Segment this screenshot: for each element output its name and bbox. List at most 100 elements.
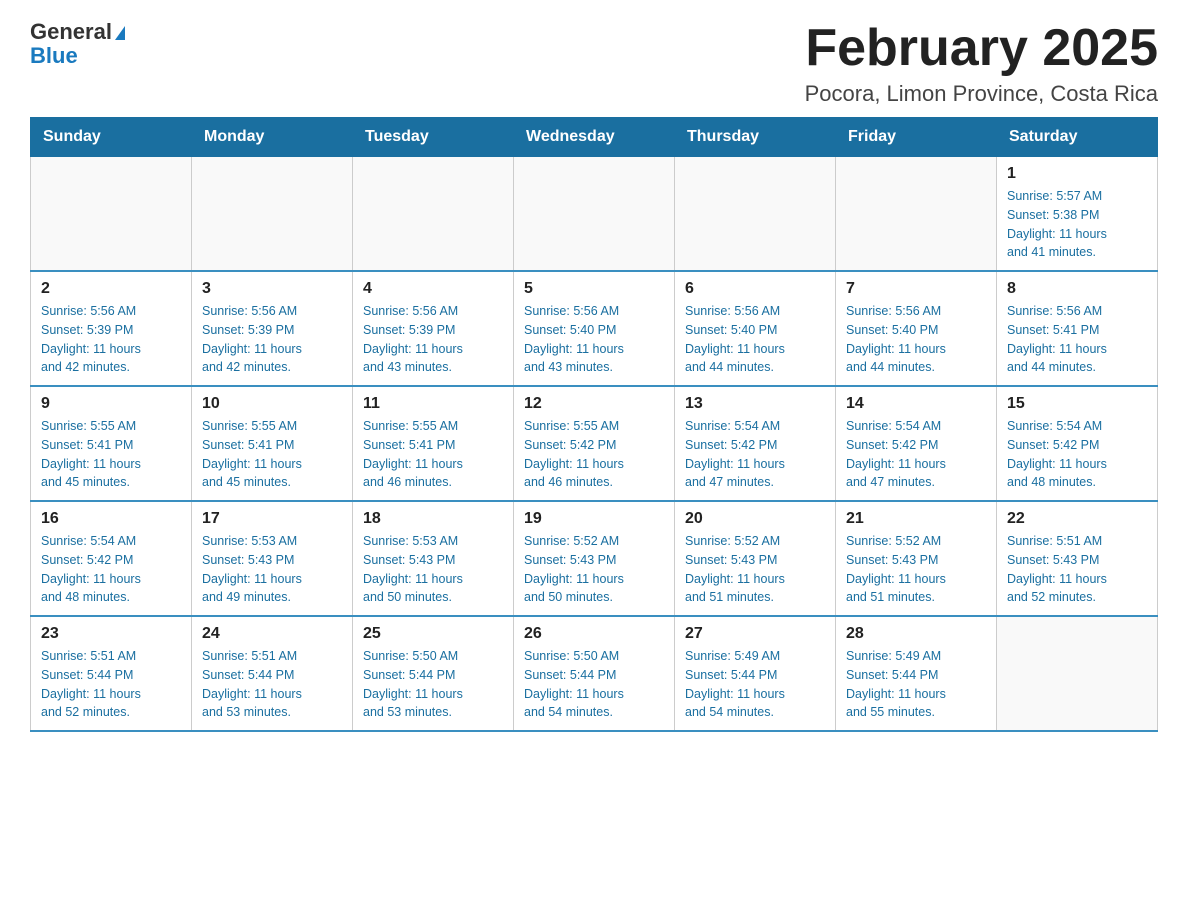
sun-info: Sunrise: 5:49 AMSunset: 5:44 PMDaylight:… (685, 647, 825, 722)
sun-info: Sunrise: 5:50 AMSunset: 5:44 PMDaylight:… (524, 647, 664, 722)
day-number: 19 (524, 510, 664, 528)
day-of-week-header: Thursday (675, 118, 836, 157)
calendar-day-cell: 15Sunrise: 5:54 AMSunset: 5:42 PMDayligh… (997, 386, 1158, 501)
day-number: 15 (1007, 395, 1147, 413)
logo-blue-text: Blue (30, 44, 125, 68)
calendar-day-cell: 2 Sunrise: 5:56 AMSunset: 5:39 PMDaylight… (31, 271, 192, 386)
calendar-day-cell: 20Sunrise: 5:52 AMSunset: 5:43 PMDayligh… (675, 501, 836, 616)
sun-info: Sunrise: 5:54 AMSunset: 5:42 PMDaylight:… (685, 417, 825, 492)
calendar-day-cell: 11 Sunrise: 5:55 AMSunset: 5:41 PMDayligh… (353, 386, 514, 501)
sun-info: Sunrise: 5:53 AMSunset: 5:43 PMDaylight:… (363, 532, 503, 607)
day-number: 9 (41, 395, 181, 413)
calendar-day-cell: 12 Sunrise: 5:55 AMSunset: 5:42 PMDayligh… (514, 386, 675, 501)
calendar-day-cell: 27 Sunrise: 5:49 AMSunset: 5:44 PMDayligh… (675, 616, 836, 731)
day-of-week-header: Friday (836, 118, 997, 157)
calendar-week-row: 2 Sunrise: 5:56 AMSunset: 5:39 PMDaylight… (31, 271, 1158, 386)
sun-info: Sunrise: 5:56 AMSunset: 5:39 PMDaylight:… (202, 302, 342, 377)
calendar-day-cell (675, 157, 836, 272)
day-number: 16 (41, 510, 181, 528)
sun-info: Sunrise: 5:55 AMSunset: 5:41 PMDaylight:… (41, 417, 181, 492)
calendar-day-cell: 8Sunrise: 5:56 AMSunset: 5:41 PMDaylight… (997, 271, 1158, 386)
calendar-week-row: 23 Sunrise: 5:51 AMSunset: 5:44 PMDayligh… (31, 616, 1158, 731)
sun-info: Sunrise: 5:54 AMSunset: 5:42 PMDaylight:… (41, 532, 181, 607)
calendar-day-cell (31, 157, 192, 272)
sun-info: Sunrise: 5:51 AMSunset: 5:44 PMDaylight:… (202, 647, 342, 722)
calendar-day-cell: 10 Sunrise: 5:55 AMSunset: 5:41 PMDayligh… (192, 386, 353, 501)
sun-info: Sunrise: 5:52 AMSunset: 5:43 PMDaylight:… (524, 532, 664, 607)
calendar-day-cell: 7 Sunrise: 5:56 AMSunset: 5:40 PMDaylight… (836, 271, 997, 386)
sun-info: Sunrise: 5:56 AMSunset: 5:39 PMDaylight:… (41, 302, 181, 377)
day-number: 27 (685, 625, 825, 643)
logo: General Blue (30, 20, 125, 68)
day-of-week-header: Saturday (997, 118, 1158, 157)
calendar-day-cell: 21Sunrise: 5:52 AMSunset: 5:43 PMDayligh… (836, 501, 997, 616)
calendar-day-cell: 5 Sunrise: 5:56 AMSunset: 5:40 PMDaylight… (514, 271, 675, 386)
day-number: 4 (363, 280, 503, 298)
sun-info: Sunrise: 5:51 AMSunset: 5:44 PMDaylight:… (41, 647, 181, 722)
day-number: 8 (1007, 280, 1147, 298)
day-number: 23 (41, 625, 181, 643)
sun-info: Sunrise: 5:55 AMSunset: 5:41 PMDaylight:… (363, 417, 503, 492)
day-number: 13 (685, 395, 825, 413)
day-number: 22 (1007, 510, 1147, 528)
calendar-day-cell (997, 616, 1158, 731)
calendar-day-cell: 6 Sunrise: 5:56 AMSunset: 5:40 PMDaylight… (675, 271, 836, 386)
day-of-week-header: Monday (192, 118, 353, 157)
calendar-header: SundayMondayTuesdayWednesdayThursdayFrid… (31, 118, 1158, 157)
calendar-title: February 2025 (805, 20, 1158, 77)
day-number: 10 (202, 395, 342, 413)
calendar-day-cell: 17 Sunrise: 5:53 AMSunset: 5:43 PMDayligh… (192, 501, 353, 616)
calendar-day-cell: 25 Sunrise: 5:50 AMSunset: 5:44 PMDayligh… (353, 616, 514, 731)
day-number: 6 (685, 280, 825, 298)
logo-triangle-icon (115, 26, 125, 40)
calendar-day-cell: 24Sunrise: 5:51 AMSunset: 5:44 PMDayligh… (192, 616, 353, 731)
calendar-day-cell (836, 157, 997, 272)
calendar-day-cell: 3 Sunrise: 5:56 AMSunset: 5:39 PMDaylight… (192, 271, 353, 386)
calendar-day-cell: 13 Sunrise: 5:54 AMSunset: 5:42 PMDayligh… (675, 386, 836, 501)
sun-info: Sunrise: 5:53 AMSunset: 5:43 PMDaylight:… (202, 532, 342, 607)
calendar-day-cell: 22 Sunrise: 5:51 AMSunset: 5:43 PMDayligh… (997, 501, 1158, 616)
calendar-body: 1 Sunrise: 5:57 AMSunset: 5:38 PMDaylight… (31, 157, 1158, 732)
calendar-day-cell (514, 157, 675, 272)
sun-info: Sunrise: 5:57 AMSunset: 5:38 PMDaylight:… (1007, 187, 1147, 262)
logo-general-text: General (30, 19, 112, 44)
day-number: 11 (363, 395, 503, 413)
sun-info: Sunrise: 5:49 AMSunset: 5:44 PMDaylight:… (846, 647, 986, 722)
calendar-day-cell: 28 Sunrise: 5:49 AMSunset: 5:44 PMDayligh… (836, 616, 997, 731)
day-of-week-header: Wednesday (514, 118, 675, 157)
day-of-week-header: Tuesday (353, 118, 514, 157)
day-number: 28 (846, 625, 986, 643)
day-number: 26 (524, 625, 664, 643)
day-number: 2 (41, 280, 181, 298)
calendar-week-row: 1 Sunrise: 5:57 AMSunset: 5:38 PMDaylight… (31, 157, 1158, 272)
day-number: 25 (363, 625, 503, 643)
calendar-day-cell: 18 Sunrise: 5:53 AMSunset: 5:43 PMDayligh… (353, 501, 514, 616)
day-number: 1 (1007, 165, 1147, 183)
calendar-day-cell: 1 Sunrise: 5:57 AMSunset: 5:38 PMDaylight… (997, 157, 1158, 272)
days-of-week-row: SundayMondayTuesdayWednesdayThursdayFrid… (31, 118, 1158, 157)
sun-info: Sunrise: 5:54 AMSunset: 5:42 PMDaylight:… (846, 417, 986, 492)
day-number: 17 (202, 510, 342, 528)
sun-info: Sunrise: 5:55 AMSunset: 5:42 PMDaylight:… (524, 417, 664, 492)
day-number: 3 (202, 280, 342, 298)
sun-info: Sunrise: 5:52 AMSunset: 5:43 PMDaylight:… (685, 532, 825, 607)
calendar-day-cell: 19 Sunrise: 5:52 AMSunset: 5:43 PMDayligh… (514, 501, 675, 616)
sun-info: Sunrise: 5:50 AMSunset: 5:44 PMDaylight:… (363, 647, 503, 722)
day-number: 12 (524, 395, 664, 413)
calendar-day-cell: 16 Sunrise: 5:54 AMSunset: 5:42 PMDayligh… (31, 501, 192, 616)
sun-info: Sunrise: 5:56 AMSunset: 5:40 PMDaylight:… (846, 302, 986, 377)
day-number: 7 (846, 280, 986, 298)
sun-info: Sunrise: 5:51 AMSunset: 5:43 PMDaylight:… (1007, 532, 1147, 607)
day-number: 18 (363, 510, 503, 528)
calendar-table: SundayMondayTuesdayWednesdayThursdayFrid… (30, 117, 1158, 732)
calendar-day-cell: 23 Sunrise: 5:51 AMSunset: 5:44 PMDayligh… (31, 616, 192, 731)
day-number: 5 (524, 280, 664, 298)
sun-info: Sunrise: 5:56 AMSunset: 5:39 PMDaylight:… (363, 302, 503, 377)
sun-info: Sunrise: 5:56 AMSunset: 5:40 PMDaylight:… (685, 302, 825, 377)
calendar-subtitle: Pocora, Limon Province, Costa Rica (805, 81, 1158, 107)
title-block: February 2025 Pocora, Limon Province, Co… (805, 20, 1158, 107)
sun-info: Sunrise: 5:55 AMSunset: 5:41 PMDaylight:… (202, 417, 342, 492)
calendar-day-cell: 9 Sunrise: 5:55 AMSunset: 5:41 PMDaylight… (31, 386, 192, 501)
sun-info: Sunrise: 5:56 AMSunset: 5:40 PMDaylight:… (524, 302, 664, 377)
day-number: 14 (846, 395, 986, 413)
